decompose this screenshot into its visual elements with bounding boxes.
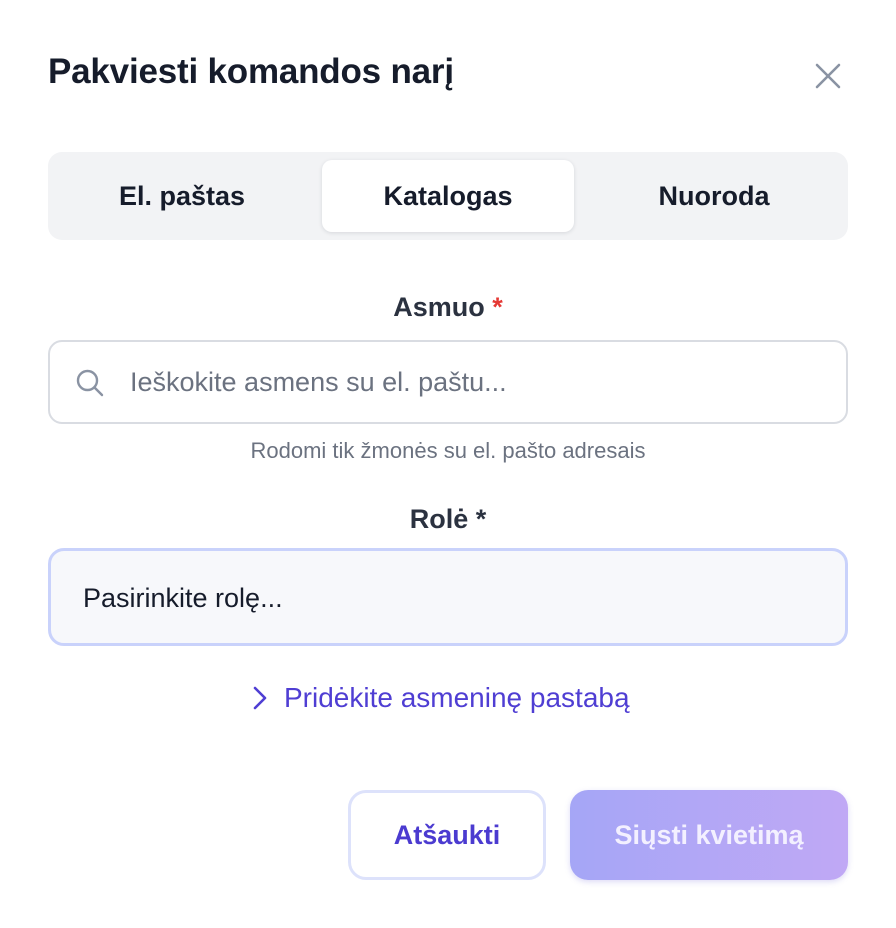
role-field-label: Rolė * (0, 504, 896, 535)
add-personal-note-label: Pridėkite asmeninę pastabą (284, 682, 630, 713)
role-select-value: Pasirinkite rolę... (83, 583, 283, 613)
close-button[interactable] (808, 56, 848, 96)
send-invite-button[interactable]: Siųsti kvietimą (570, 790, 848, 880)
close-icon (815, 63, 841, 89)
chevron-right-icon (253, 686, 267, 710)
person-field-hint: Rodomi tik žmonės su el. pašto adresais (250, 438, 646, 463)
dialog-title: Pakviesti komandos narį (48, 52, 454, 91)
role-select[interactable]: Pasirinkite rolę... (48, 548, 848, 646)
add-personal-note-toggle[interactable]: Pridėkite asmeninę pastabą (250, 676, 630, 720)
invite-dialog: Pakviesti komandos narį El. paštas Katal… (0, 0, 896, 928)
required-asterisk: * (475, 504, 487, 534)
tab-directory[interactable]: Katalogas (322, 160, 574, 232)
required-asterisk: * (492, 292, 503, 322)
tab-link[interactable]: Nuoroda (588, 160, 840, 232)
search-icon (76, 369, 104, 397)
role-label-text: Rolė (409, 504, 469, 534)
person-field-label: Asmuo * (0, 292, 896, 323)
person-search-input[interactable] (130, 342, 830, 422)
person-search-field[interactable] (48, 340, 848, 424)
cancel-button[interactable]: Atšaukti (348, 790, 546, 880)
invite-method-tabs: El. paštas Katalogas Nuoroda (48, 152, 848, 240)
tab-email[interactable]: El. paštas (56, 160, 308, 232)
person-label-text: Asmuo (393, 292, 485, 322)
